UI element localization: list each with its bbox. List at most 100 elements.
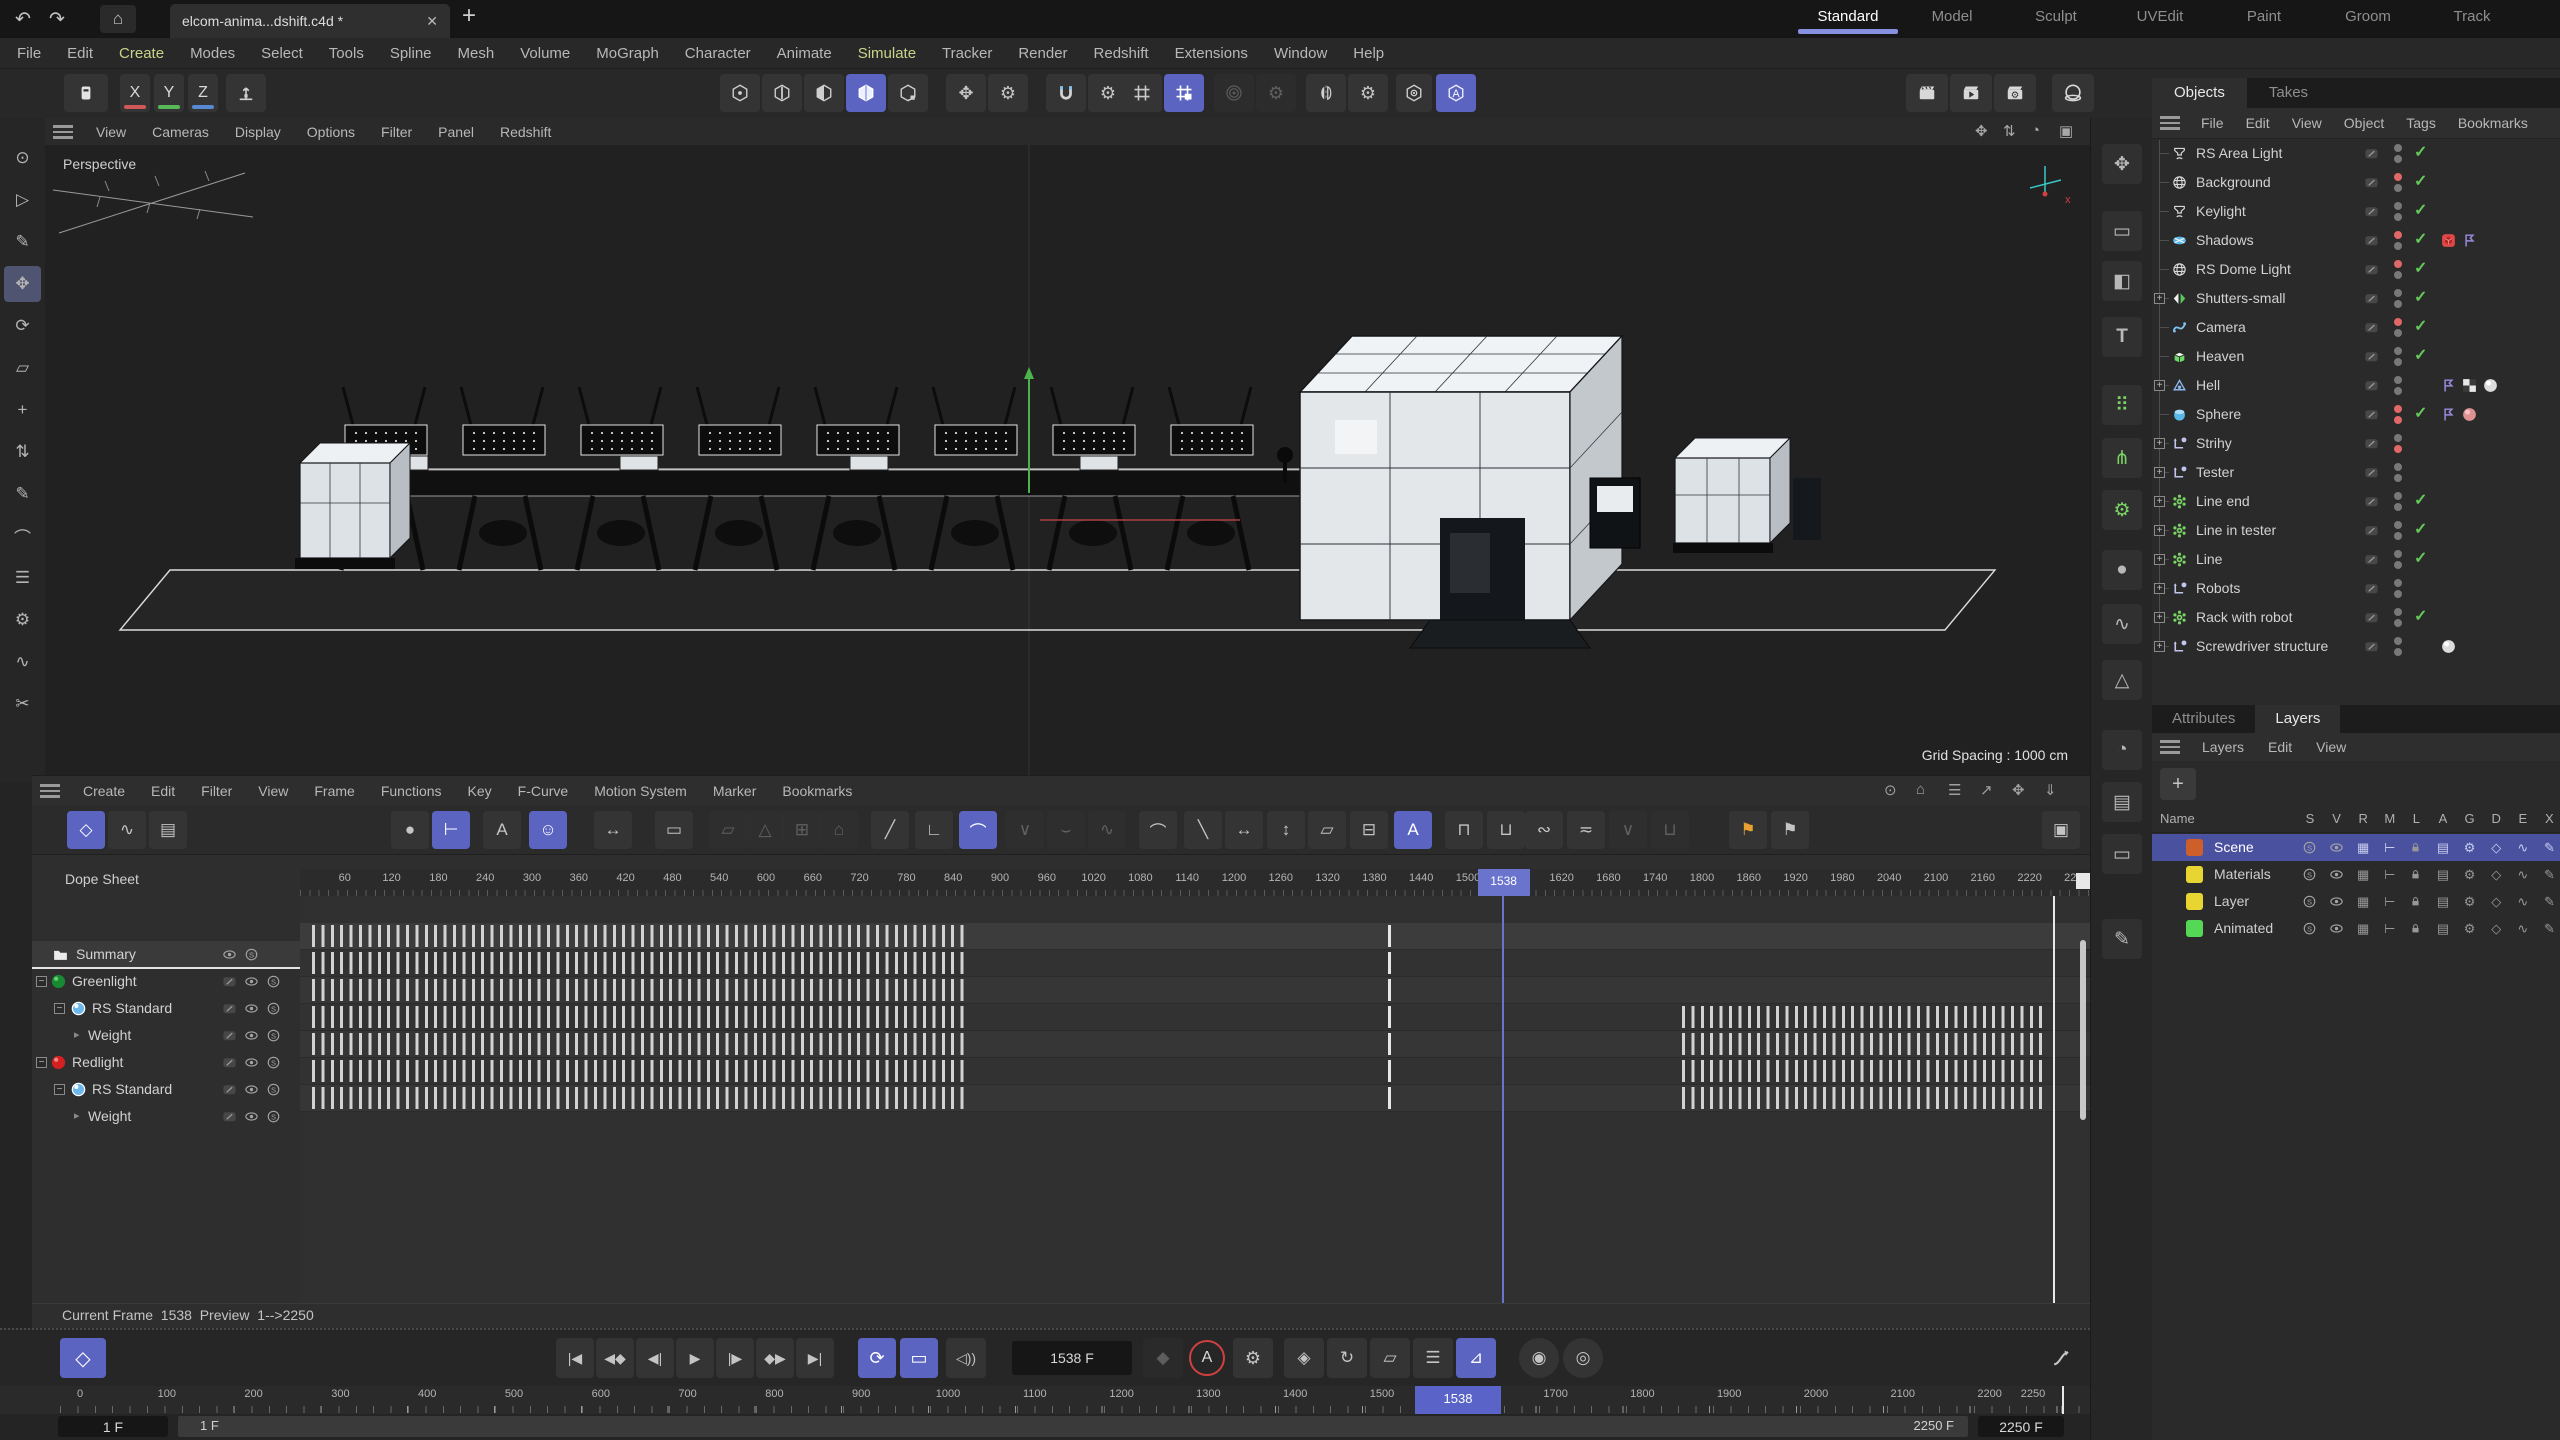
- expand-icon[interactable]: +: [2154, 525, 2165, 536]
- track-solo-toggle[interactable]: S: [266, 974, 281, 989]
- ease-interp-button[interactable]: ∨: [1006, 811, 1044, 849]
- display-palette[interactable]: ▭: [2102, 834, 2142, 874]
- layer-G-toggle[interactable]: ⚙: [2460, 840, 2480, 856]
- layout-tab-paint[interactable]: Paint: [2212, 0, 2316, 38]
- expand-icon[interactable]: +: [2154, 612, 2165, 623]
- checker-tag[interactable]: [2461, 377, 2478, 394]
- menu-help[interactable]: Help: [1340, 45, 1397, 62]
- render-visibility-dot[interactable]: [2394, 242, 2402, 250]
- prev-frame-button[interactable]: ◀|: [636, 1338, 674, 1378]
- menu-animate[interactable]: Animate: [764, 45, 845, 62]
- menu-redshift[interactable]: Redshift: [1081, 45, 1162, 62]
- search-icon[interactable]: ⊙: [1884, 781, 1897, 799]
- roll-keys-button[interactable]: ⊟: [1350, 811, 1388, 849]
- layer-D-toggle[interactable]: ◇: [2486, 840, 2506, 856]
- plane-palette[interactable]: ▭: [2102, 211, 2142, 251]
- layer-toggle[interactable]: [2364, 494, 2379, 509]
- layer-lock-toggle[interactable]: [2409, 868, 2422, 881]
- layer-solo-toggle[interactable]: S: [2302, 894, 2317, 909]
- pan-icon[interactable]: ✥: [2012, 781, 2025, 799]
- object-row[interactable]: +Tester: [2152, 458, 2560, 487]
- new-tab-button[interactable]: +: [462, 2, 476, 30]
- frame-field[interactable]: 1538 F: [1012, 1341, 1132, 1375]
- layer-R-toggle[interactable]: ▦: [2353, 867, 2373, 883]
- track-edit-toggle[interactable]: [222, 974, 237, 989]
- editor-visibility-dot[interactable]: [2394, 637, 2402, 645]
- layer-lock-toggle[interactable]: [2409, 841, 2422, 854]
- timeline-menu-f-curve[interactable]: F-Curve: [505, 783, 582, 799]
- pan-view-icon[interactable]: ✥: [1975, 122, 1988, 140]
- track-eye-toggle[interactable]: [244, 1001, 259, 1016]
- clamp-b-button[interactable]: ⊔: [1487, 811, 1525, 849]
- objects-menu-object[interactable]: Object: [2333, 115, 2395, 131]
- expand-icon[interactable]: +: [2154, 641, 2165, 652]
- bottom-current-frame-marker[interactable]: 1538: [1415, 1386, 1501, 1414]
- axis-tool[interactable]: +: [4, 392, 41, 428]
- track-row[interactable]: ▸WeightS: [32, 1022, 300, 1049]
- track-edit-toggle[interactable]: [222, 1028, 237, 1043]
- arc-tangent-button[interactable]: ⌒: [1139, 811, 1177, 849]
- layer-visibility-toggle[interactable]: [2329, 840, 2344, 855]
- enabled-check-icon[interactable]: ✓: [2414, 493, 2427, 509]
- layer-solo-toggle[interactable]: S: [2302, 921, 2317, 936]
- mirror-settings-button[interactable]: ⚙: [1348, 74, 1388, 112]
- pencil-palette[interactable]: ✎: [2102, 919, 2142, 959]
- track-eye-toggle[interactable]: [244, 974, 259, 989]
- timeline-menu-frame[interactable]: Frame: [301, 783, 367, 799]
- objects-menu-tags[interactable]: Tags: [2395, 115, 2447, 131]
- close-tab-icon[interactable]: ✕: [426, 13, 438, 30]
- track-solo-toggle[interactable]: S: [266, 1001, 281, 1016]
- record-loop-button[interactable]: ◎: [1563, 1338, 1603, 1378]
- editor-visibility-dot[interactable]: [2394, 144, 2402, 152]
- track-eye-toggle[interactable]: [244, 1082, 259, 1097]
- step-interp-button[interactable]: ∟: [915, 811, 953, 849]
- dock-icon[interactable]: ⇓: [2044, 781, 2057, 799]
- keyframe-row[interactable]: [300, 950, 2090, 977]
- layer-visibility-toggle[interactable]: [2329, 867, 2344, 882]
- render-visibility-dot[interactable]: [2394, 155, 2402, 163]
- axis-z-lock-button[interactable]: Z: [188, 74, 218, 112]
- mirror-toggle-button[interactable]: [1306, 74, 1346, 112]
- axis-x-lock-button[interactable]: X: [120, 74, 150, 112]
- layout-tab-groom[interactable]: Groom: [2316, 0, 2420, 38]
- workplane-lock-button[interactable]: [1164, 74, 1204, 112]
- layout-tab-track[interactable]: Track: [2420, 0, 2524, 38]
- collapse-icon[interactable]: −: [36, 976, 47, 987]
- record-keyframe-button[interactable]: ◆: [1143, 1338, 1183, 1378]
- tab-layers[interactable]: Layers: [2255, 705, 2340, 733]
- render-visibility-dot[interactable]: [2394, 271, 2402, 279]
- home-icon[interactable]: ⌂: [100, 5, 136, 33]
- expand-icon[interactable]: +: [2154, 583, 2165, 594]
- box-select-button[interactable]: ▭: [655, 811, 693, 849]
- layer-toggle[interactable]: [2364, 262, 2379, 277]
- expand-icon[interactable]: +: [2154, 293, 2165, 304]
- layer-A-toggle[interactable]: ▤: [2433, 894, 2453, 910]
- layer-toggle[interactable]: [2364, 581, 2379, 596]
- layer-toggle[interactable]: [2364, 639, 2379, 654]
- falloff-settings-button[interactable]: ⚙: [1256, 74, 1296, 112]
- easein-interp-button[interactable]: ⌣: [1047, 811, 1085, 849]
- enabled-check-icon[interactable]: ✓: [2414, 232, 2427, 248]
- compositing-tag[interactable]: [2440, 406, 2457, 423]
- goto-end-button[interactable]: ▶|: [796, 1338, 834, 1378]
- keyframe-row[interactable]: [300, 1058, 2090, 1085]
- stretch-tool-button[interactable]: ⊞: [783, 811, 821, 849]
- timeline-menu-icon[interactable]: [40, 784, 60, 798]
- enabled-check-icon[interactable]: ✓: [2414, 145, 2427, 161]
- menu-spline[interactable]: Spline: [377, 45, 445, 62]
- ghost-b-button[interactable]: ⊔: [1651, 811, 1689, 849]
- set-keyframe-button[interactable]: ◇: [60, 1338, 106, 1378]
- keyframe-row[interactable]: [300, 1004, 2090, 1031]
- objects-menu-view[interactable]: View: [2281, 115, 2333, 131]
- render-visibility-dot[interactable]: [2394, 300, 2402, 308]
- start-frame-field[interactable]: 1 F: [58, 1416, 168, 1437]
- layer-X-toggle[interactable]: ✎: [2539, 867, 2559, 883]
- objects-menu-icon[interactable]: [2160, 116, 2180, 130]
- arc-tool[interactable]: ⌒: [4, 518, 41, 554]
- menu-window[interactable]: Window: [1261, 45, 1340, 62]
- redo-icon[interactable]: ↷: [42, 5, 72, 33]
- text-palette[interactable]: T: [2102, 317, 2142, 357]
- collapse-icon[interactable]: −: [54, 1084, 65, 1095]
- object-row[interactable]: +Hell: [2152, 371, 2560, 400]
- toggle-view-icon[interactable]: ▣: [2059, 122, 2073, 140]
